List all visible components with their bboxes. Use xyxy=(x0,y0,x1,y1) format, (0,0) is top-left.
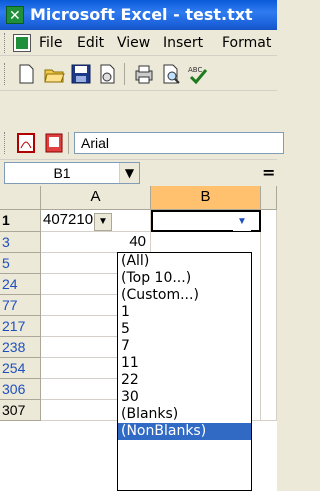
row-header[interactable]: 217 xyxy=(0,316,41,337)
column-header-a[interactable]: A xyxy=(41,186,151,210)
row-header[interactable]: 3 xyxy=(0,232,41,253)
column-header-b[interactable]: B xyxy=(151,186,261,210)
permission-icon[interactable] xyxy=(96,63,118,85)
window-title: Microsoft Excel - test.txt xyxy=(30,5,253,24)
filter-option-value[interactable]: 5 xyxy=(118,321,251,338)
menubar-grip[interactable] xyxy=(4,33,7,53)
filter-option-nonblanks[interactable]: (NonBlanks) xyxy=(118,423,251,440)
excel-app-icon[interactable] xyxy=(6,1,24,30)
font-name-field[interactable]: Arial xyxy=(74,132,284,154)
row-header[interactable]: 307 xyxy=(0,400,41,421)
row-header[interactable]: 238 xyxy=(0,337,41,358)
formula-equals-sign[interactable]: = xyxy=(262,160,275,186)
autofilter-dropdown-a-icon[interactable]: ▼ xyxy=(94,213,112,231)
standard-toolbar: ABC xyxy=(0,57,277,91)
row-header[interactable]: 77 xyxy=(0,295,41,316)
filter-option-all[interactable]: (All) xyxy=(118,253,251,270)
formatting-toolbar: Arial xyxy=(0,126,284,160)
formula-bar: B1 ▼ = xyxy=(0,160,277,186)
filter-option-value[interactable]: 30 xyxy=(118,389,251,406)
select-all-corner[interactable] xyxy=(0,186,41,210)
autofilter-list: (All) (Top 10...) (Custom...) 1 5 7 11 2… xyxy=(117,252,252,491)
row-header[interactable]: 254 xyxy=(0,358,41,379)
menu-view[interactable]: View xyxy=(117,30,150,55)
toolbar-grip[interactable] xyxy=(4,132,7,154)
name-box-dropdown-icon[interactable]: ▼ xyxy=(119,163,139,183)
pdf-convert-icon[interactable] xyxy=(15,132,37,154)
print-preview-icon[interactable] xyxy=(160,63,182,85)
title-bar: Microsoft Excel - test.txt xyxy=(0,0,277,30)
filter-option-custom[interactable]: (Custom...) xyxy=(118,287,251,304)
row-header[interactable]: 1 xyxy=(0,210,41,232)
column-c-cells[interactable] xyxy=(261,210,277,421)
workbook-icon[interactable] xyxy=(13,34,31,52)
new-document-icon[interactable] xyxy=(15,63,37,85)
row-header[interactable]: 5 xyxy=(0,253,41,274)
menu-file[interactable]: File xyxy=(39,30,62,55)
save-icon[interactable] xyxy=(70,63,92,85)
toolbar-separator xyxy=(68,132,69,154)
filter-option-value[interactable]: 7 xyxy=(118,338,251,355)
print-icon[interactable] xyxy=(133,63,155,85)
pdf-attach-icon[interactable] xyxy=(43,132,65,154)
toolbar-grip[interactable] xyxy=(4,63,7,85)
row-header[interactable]: 24 xyxy=(0,274,41,295)
column-header-c[interactable] xyxy=(261,186,277,210)
filter-option-value[interactable]: 22 xyxy=(118,372,251,389)
row-header[interactable]: 306 xyxy=(0,379,41,400)
filter-option-value[interactable]: 1 xyxy=(118,304,251,321)
spelling-icon[interactable]: ABC xyxy=(187,63,209,85)
menu-edit[interactable]: Edit xyxy=(77,30,104,55)
toolbar-separator xyxy=(124,63,125,85)
svg-text:ABC: ABC xyxy=(188,66,202,74)
filter-option-value[interactable]: 11 xyxy=(118,355,251,372)
menu-format[interactable]: Format xyxy=(222,30,271,55)
menu-insert[interactable]: Insert xyxy=(163,30,203,55)
filter-option-top10[interactable]: (Top 10...) xyxy=(118,270,251,287)
filter-option-blanks[interactable]: (Blanks) xyxy=(118,406,251,423)
cell-value: 407210 xyxy=(43,211,94,228)
menu-bar: File Edit View Insert Format xyxy=(0,30,277,56)
cell-a[interactable]: 40 xyxy=(41,232,151,253)
open-folder-icon[interactable] xyxy=(43,63,65,85)
autofilter-dropdown-b-icon[interactable]: ▼ xyxy=(233,213,251,231)
